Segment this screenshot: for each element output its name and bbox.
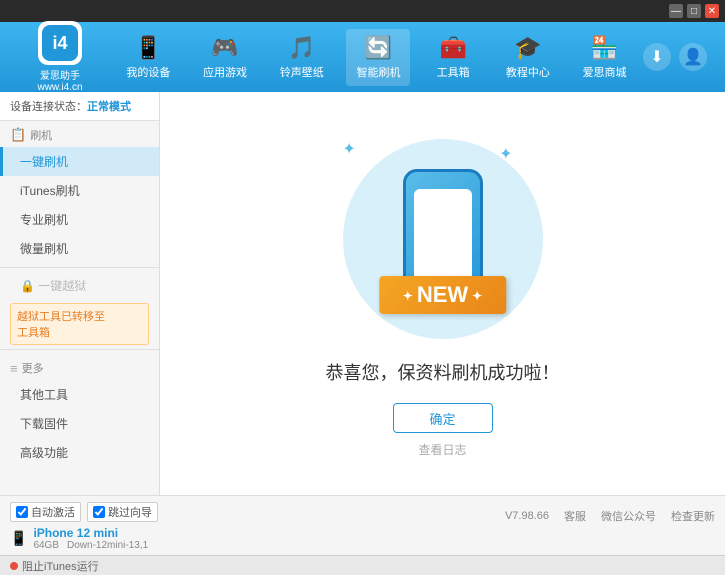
skip-wizard-input[interactable] bbox=[93, 506, 105, 518]
wechat-link[interactable]: 微信公众号 bbox=[601, 508, 656, 524]
nav-store[interactable]: 🏪 爱思商城 bbox=[573, 29, 637, 86]
nav-tutorial[interactable]: 🎓 教程中心 bbox=[496, 29, 560, 86]
phone-screen bbox=[414, 189, 472, 289]
nav-items: 📱 我的设备 🎮 应用游戏 🎵 铃声壁纸 🔄 智能刷机 🧰 工具箱 🎓 教程中心… bbox=[110, 29, 643, 86]
section-flash-label: 刷机 bbox=[30, 127, 52, 143]
logo-icon: i4 bbox=[38, 21, 82, 65]
sidebar-item-pro-flash[interactable]: 专业刷机 bbox=[0, 205, 159, 234]
device-model: Down-12mini-13,1 bbox=[67, 540, 148, 551]
title-bar: — □ ✕ bbox=[0, 0, 725, 22]
section-more-label: 更多 bbox=[22, 360, 44, 376]
device-phone-icon: 📱 bbox=[10, 530, 27, 547]
logo-inner: i4 bbox=[42, 25, 78, 61]
section-more-title: ≡ 更多 bbox=[0, 354, 159, 380]
device-status-value: 正常模式 bbox=[87, 101, 131, 113]
app-game-icon: 🎮 bbox=[211, 35, 238, 61]
section-flash-title: 📋 刷机 bbox=[0, 121, 159, 147]
version-label: V7.98.66 bbox=[505, 510, 549, 522]
auto-activate-checkbox[interactable]: 自动激活 bbox=[10, 502, 81, 522]
new-badge: NEW bbox=[379, 276, 506, 314]
app-game-label: 应用游戏 bbox=[203, 64, 247, 80]
tutorial-label: 教程中心 bbox=[506, 64, 550, 80]
auto-activate-label: 自动激活 bbox=[31, 504, 75, 520]
tutorial-icon: 🎓 bbox=[514, 35, 541, 61]
nav-app-game[interactable]: 🎮 应用游戏 bbox=[193, 29, 257, 86]
auto-activate-input[interactable] bbox=[16, 506, 28, 518]
toolbox-icon: 🧰 bbox=[439, 35, 466, 61]
device-name: iPhone 12 mini bbox=[33, 526, 148, 540]
nav-ringtone[interactable]: 🎵 铃声壁纸 bbox=[270, 29, 334, 86]
device-status-label: 设备连接状态： bbox=[10, 101, 87, 113]
nav-my-device[interactable]: 📱 我的设备 bbox=[116, 29, 180, 86]
logo-area: i4 爱思助手 www.i4.cn bbox=[10, 21, 110, 93]
bottom-right: V7.98.66 客服 微信公众号 检查更新 bbox=[505, 508, 715, 524]
logo-text: 爱思助手 bbox=[40, 67, 80, 82]
device-info: iPhone 12 mini 64GB Down-12mini-13,1 bbox=[33, 526, 148, 551]
itunes-status-label: 阻止iTunes运行 bbox=[22, 558, 99, 574]
minimize-button[interactable]: — bbox=[669, 4, 683, 18]
device-status: 设备连接状态：正常模式 bbox=[0, 92, 159, 121]
sidebar-item-download-firmware[interactable]: 下载固件 bbox=[0, 409, 159, 438]
device-storage: 64GB bbox=[33, 540, 59, 551]
main-area: 设备连接状态：正常模式 📋 刷机 一键刷机 iTunes刷机 专业刷机 微量刷机… bbox=[0, 92, 725, 495]
sidebar: 设备连接状态：正常模式 📋 刷机 一键刷机 iTunes刷机 专业刷机 微量刷机… bbox=[0, 92, 160, 495]
sidebar-divider-2 bbox=[0, 349, 159, 350]
itunes-status: 阻止iTunes运行 bbox=[10, 558, 99, 574]
store-icon: 🏪 bbox=[591, 35, 618, 61]
close-button[interactable]: ✕ bbox=[705, 4, 719, 18]
sparkle-top-right: ✦ bbox=[499, 144, 512, 164]
sidebar-divider-1 bbox=[0, 267, 159, 268]
sidebar-item-one-key-flash[interactable]: 一键刷机 bbox=[0, 147, 159, 176]
success-text: 恭喜您，保资料刷机成功啦！ bbox=[326, 359, 560, 385]
skip-wizard-label: 跳过向导 bbox=[108, 504, 152, 520]
header: i4 爱思助手 www.i4.cn 📱 我的设备 🎮 应用游戏 🎵 铃声壁纸 🔄… bbox=[0, 22, 725, 92]
sparkle-top-left: ✦ bbox=[343, 139, 356, 159]
itunes-status-dot bbox=[10, 562, 18, 570]
device-info-row: 📱 iPhone 12 mini 64GB Down-12mini-13,1 bbox=[10, 526, 158, 551]
my-device-icon: 📱 bbox=[135, 35, 162, 61]
customer-service-link[interactable]: 客服 bbox=[564, 508, 586, 524]
sidebar-item-jailbreak-grayed: 🔒 一键越狱 bbox=[0, 272, 159, 299]
ringtone-label: 铃声壁纸 bbox=[280, 64, 324, 80]
bottom-left: 自动激活 跳过向导 📱 iPhone 12 mini 64GB Down-12m… bbox=[10, 502, 158, 551]
checkbox-row: 自动激活 跳过向导 bbox=[10, 502, 158, 522]
user-button[interactable]: 👤 bbox=[679, 43, 707, 71]
nav-right: ⬇ 👤 bbox=[643, 43, 715, 71]
skip-wizard-checkbox[interactable]: 跳过向导 bbox=[87, 502, 158, 522]
smart-flash-label: 智能刷机 bbox=[356, 64, 400, 80]
status-bar: 阻止iTunes运行 bbox=[0, 555, 725, 575]
my-device-label: 我的设备 bbox=[126, 64, 170, 80]
bottom-bar: 自动激活 跳过向导 📱 iPhone 12 mini 64GB Down-12m… bbox=[0, 495, 725, 555]
toolbox-label: 工具箱 bbox=[437, 64, 470, 80]
success-illustration: ✦ ✦ NEW bbox=[333, 129, 553, 349]
download-button[interactable]: ⬇ bbox=[643, 43, 671, 71]
sidebar-item-advanced[interactable]: 高级功能 bbox=[0, 438, 159, 467]
nav-smart-flash[interactable]: 🔄 智能刷机 bbox=[346, 29, 410, 86]
store-label: 爱思商城 bbox=[583, 64, 627, 80]
ringtone-icon: 🎵 bbox=[288, 35, 315, 61]
maximize-button[interactable]: □ bbox=[687, 4, 701, 18]
sidebar-item-itunes-flash[interactable]: iTunes刷机 bbox=[0, 176, 159, 205]
flash-section-icon: 📋 bbox=[10, 127, 26, 143]
check-update-link[interactable]: 检查更新 bbox=[671, 508, 715, 524]
sidebar-warning-text: 越狱工具已转移至工具箱 bbox=[17, 311, 105, 339]
smart-flash-icon: 🔄 bbox=[365, 35, 392, 61]
content-area: ✦ ✦ NEW 恭喜您，保资料刷机成功啦！ 确定 查看日志 bbox=[160, 92, 725, 495]
more-section-icon: ≡ bbox=[10, 361, 18, 376]
sidebar-item-other-tools[interactable]: 其他工具 bbox=[0, 380, 159, 409]
review-log-link[interactable]: 查看日志 bbox=[418, 441, 466, 458]
nav-toolbox[interactable]: 🧰 工具箱 bbox=[423, 29, 483, 86]
sidebar-warning-box: 越狱工具已转移至工具箱 bbox=[10, 303, 149, 345]
confirm-button[interactable]: 确定 bbox=[393, 403, 493, 433]
sidebar-item-ota-flash[interactable]: 微量刷机 bbox=[0, 234, 159, 263]
